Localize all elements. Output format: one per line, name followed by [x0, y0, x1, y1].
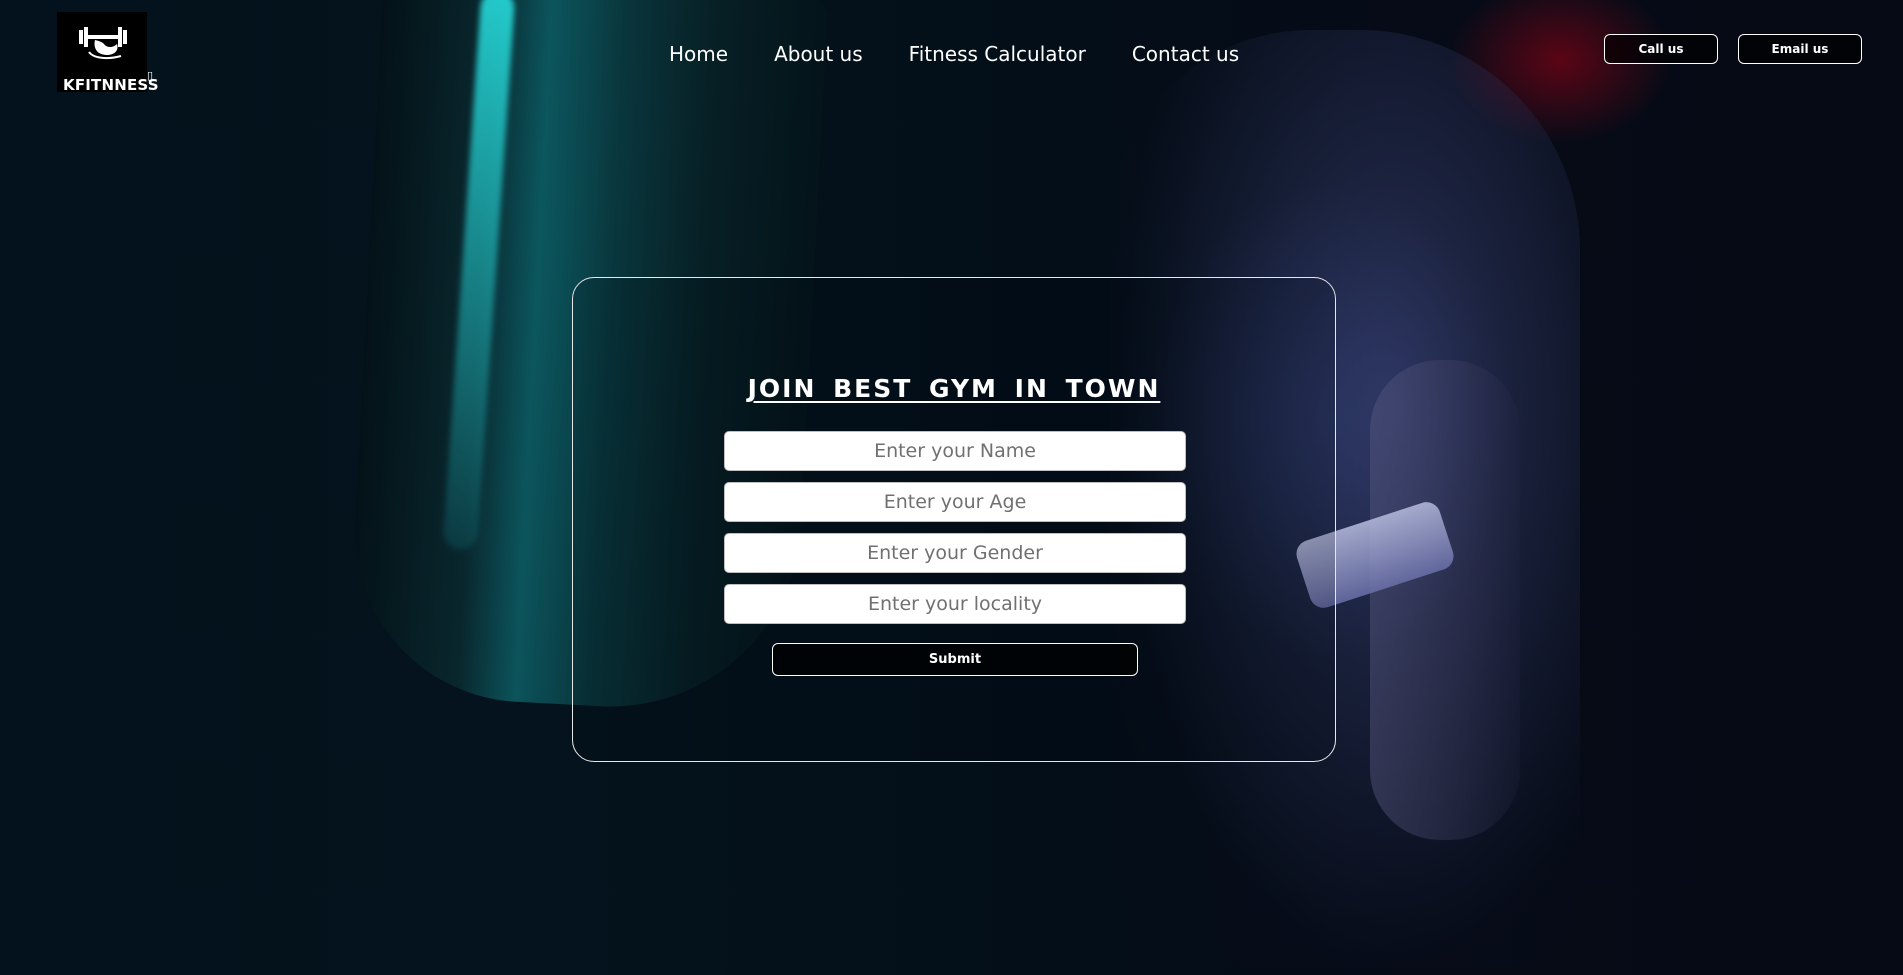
email-us-button[interactable]: Email us — [1738, 34, 1862, 64]
main-nav: Home About us Fitness Calculator Contact… — [669, 42, 1239, 66]
dumbbell-arm-icon — [79, 27, 127, 60]
age-input[interactable] — [724, 482, 1186, 522]
logo[interactable]: KFITNNESS ▯ — [57, 12, 159, 94]
page: KFITNNESS ▯ Home About us Fitness Calcul… — [0, 0, 1903, 975]
submit-button[interactable]: Submit — [772, 643, 1138, 676]
nav-about-us[interactable]: About us — [774, 42, 863, 66]
nav-home[interactable]: Home — [669, 42, 728, 66]
name-input[interactable] — [724, 431, 1186, 471]
nav-contact-us[interactable]: Contact us — [1132, 42, 1239, 66]
locality-input[interactable] — [724, 584, 1186, 624]
form-title: JOIN BEST GYM IN TOWN — [747, 374, 1161, 403]
boxer-arm-image — [1370, 360, 1520, 840]
logo-missing-glyph: ▯ — [147, 69, 154, 82]
logo-text: KFITNNESS — [63, 76, 159, 94]
join-form-card: JOIN BEST GYM IN TOWN Submit — [572, 277, 1336, 762]
gender-input[interactable] — [724, 533, 1186, 573]
nav-fitness-calculator[interactable]: Fitness Calculator — [909, 42, 1086, 66]
call-us-button[interactable]: Call us — [1604, 34, 1718, 64]
